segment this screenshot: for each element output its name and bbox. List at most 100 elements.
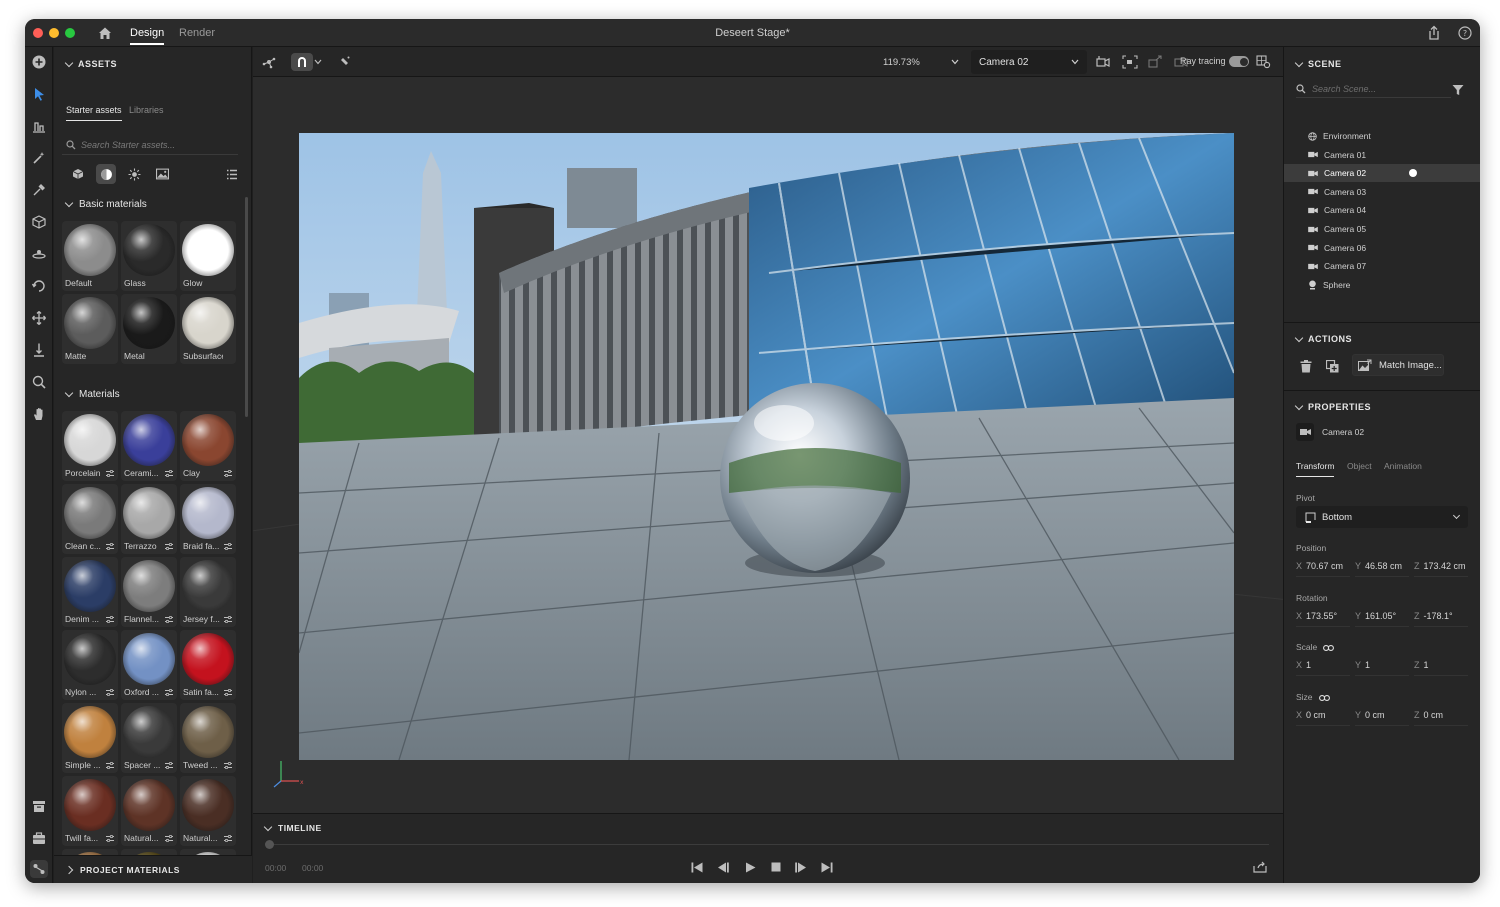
material-tile[interactable]: Spacer ...: [121, 703, 177, 773]
material-tile[interactable]: Terrazzo: [121, 484, 177, 554]
material-tile[interactable]: Braid fa...: [180, 484, 236, 554]
adjust-material-icon[interactable]: [106, 616, 114, 623]
assets-scrollbar[interactable]: [245, 197, 248, 417]
active-camera-indicator[interactable]: [1409, 169, 1417, 178]
adjust-material-icon[interactable]: [106, 689, 114, 696]
filter-funnel-icon[interactable]: [1452, 83, 1464, 95]
skip-to-end-icon[interactable]: [820, 860, 834, 874]
tab-transform[interactable]: Transform: [1296, 461, 1335, 477]
project-materials-header[interactable]: PROJECT MATERIALS: [54, 855, 252, 883]
scene-search-input[interactable]: [1312, 83, 1442, 94]
pivot-dropdown[interactable]: Bottom: [1296, 506, 1468, 528]
material-tile[interactable]: Simple ...: [62, 703, 118, 773]
render-settings-icon[interactable]: [1254, 53, 1272, 71]
models-filter-icon[interactable]: [68, 164, 88, 184]
ray-tracing-toggle[interactable]: [1229, 56, 1249, 67]
rotation-y-field[interactable]: Y 161.05°: [1355, 611, 1409, 627]
material-tile[interactable]: Porcelain: [62, 411, 118, 481]
adjust-material-icon[interactable]: [224, 835, 232, 842]
material-tile[interactable]: Clean c...: [62, 484, 118, 554]
scale-x-field[interactable]: X1: [1296, 660, 1350, 676]
camera-export-icon[interactable]: [1147, 53, 1165, 71]
adjust-material-icon[interactable]: [224, 543, 232, 550]
adjust-material-icon[interactable]: [106, 470, 114, 477]
link-proportions-icon[interactable]: [1318, 694, 1330, 701]
size-y-field[interactable]: Y0 cm: [1355, 710, 1409, 726]
adjust-material-icon[interactable]: [165, 543, 173, 550]
material-tile[interactable]: Nylon ...: [62, 630, 118, 700]
scene-item[interactable]: Camera 04: [1284, 201, 1480, 219]
materials-filter-icon[interactable]: [96, 164, 116, 184]
camera-frame-icon[interactable]: [1121, 53, 1139, 71]
material-tile[interactable]: Metal: [121, 294, 177, 364]
pan-move-icon[interactable]: [30, 309, 48, 327]
material-tile[interactable]: Glass: [121, 221, 177, 291]
material-tile[interactable]: Subsurface: [180, 294, 236, 364]
stop-icon[interactable]: [769, 860, 783, 874]
adjust-material-icon[interactable]: [165, 762, 173, 769]
material-tile[interactable]: Oxford ...: [121, 630, 177, 700]
scene-item[interactable]: Camera 05: [1284, 220, 1480, 238]
eyedropper-icon[interactable]: [30, 181, 48, 199]
tab-libraries[interactable]: Libraries: [129, 105, 164, 115]
timeline-playhead[interactable]: [265, 840, 274, 849]
scene-item[interactable]: Camera 06: [1284, 239, 1480, 257]
material-tile[interactable]: Flannel...: [121, 557, 177, 627]
tab-animation[interactable]: Animation: [1384, 461, 1422, 471]
scale-y-field[interactable]: Y1: [1355, 660, 1409, 676]
adjust-material-icon[interactable]: [165, 470, 173, 477]
material-tile[interactable]: Glow: [180, 221, 236, 291]
material-tile[interactable]: Satin fa...: [180, 630, 236, 700]
match-image-button[interactable]: Match Image...: [1352, 354, 1444, 376]
images-filter-icon[interactable]: [152, 164, 172, 184]
orbit-tool-icon[interactable]: [30, 277, 48, 295]
tab-starter-assets[interactable]: Starter assets: [66, 105, 122, 121]
toolbox-icon[interactable]: [30, 829, 48, 847]
timeline-track[interactable]: [269, 844, 1269, 845]
timeline-header[interactable]: TIMELINE: [263, 822, 322, 833]
step-back-icon[interactable]: [716, 860, 730, 874]
archive-icon[interactable]: [30, 797, 48, 815]
material-tile[interactable]: Jersey f...: [180, 557, 236, 627]
adjust-material-icon[interactable]: [165, 835, 173, 842]
adjust-material-icon[interactable]: [224, 470, 232, 477]
material-tile[interactable]: Twill fa...: [62, 776, 118, 846]
zoom-dropdown[interactable]: 119.73%: [877, 52, 965, 72]
adjust-material-icon[interactable]: [106, 543, 114, 550]
dolly-tool-icon[interactable]: [30, 341, 48, 359]
scene-item[interactable]: Camera 03: [1284, 183, 1480, 201]
adjust-material-icon[interactable]: [224, 616, 232, 623]
delete-icon[interactable]: [1298, 358, 1314, 374]
materials-header[interactable]: Materials: [64, 388, 120, 400]
drop-to-ground-icon[interactable]: [335, 53, 353, 71]
list-view-icon[interactable]: [222, 164, 242, 184]
properties-header[interactable]: PROPERTIES: [1294, 401, 1371, 412]
adjust-material-icon[interactable]: [106, 762, 114, 769]
select-tool-icon[interactable]: [30, 85, 48, 103]
material-tile[interactable]: Cerami...: [121, 411, 177, 481]
node-graph-icon[interactable]: [30, 860, 48, 878]
scene-item[interactable]: Sphere: [1284, 276, 1480, 294]
share-nodes-icon[interactable]: [260, 53, 278, 71]
adjust-material-icon[interactable]: [165, 616, 173, 623]
material-tile[interactable]: Default: [62, 221, 118, 291]
magnet-snap-icon[interactable]: [291, 53, 313, 71]
scene-header[interactable]: SCENE: [1294, 58, 1342, 69]
scene-item[interactable]: Camera 07: [1284, 257, 1480, 275]
material-tile[interactable]: Natural...: [180, 776, 236, 846]
link-proportions-icon[interactable]: [1323, 644, 1335, 651]
rotation-x-field[interactable]: X 173.55°: [1296, 611, 1350, 627]
share-icon[interactable]: [1426, 25, 1442, 41]
material-tile[interactable]: Denim ...: [62, 557, 118, 627]
duplicate-icon[interactable]: [1324, 358, 1340, 374]
render-preview[interactable]: [299, 133, 1234, 760]
adjust-material-icon[interactable]: [106, 835, 114, 842]
help-icon[interactable]: ?: [1457, 25, 1473, 41]
size-z-field[interactable]: Z0 cm: [1414, 710, 1468, 726]
tab-object[interactable]: Object: [1347, 461, 1372, 471]
align-tool-icon[interactable]: [30, 117, 48, 135]
adjust-material-icon[interactable]: [224, 689, 232, 696]
material-tile[interactable]: Tweed ...: [180, 703, 236, 773]
lights-filter-icon[interactable]: [124, 164, 144, 184]
material-tile[interactable]: Clay: [180, 411, 236, 481]
